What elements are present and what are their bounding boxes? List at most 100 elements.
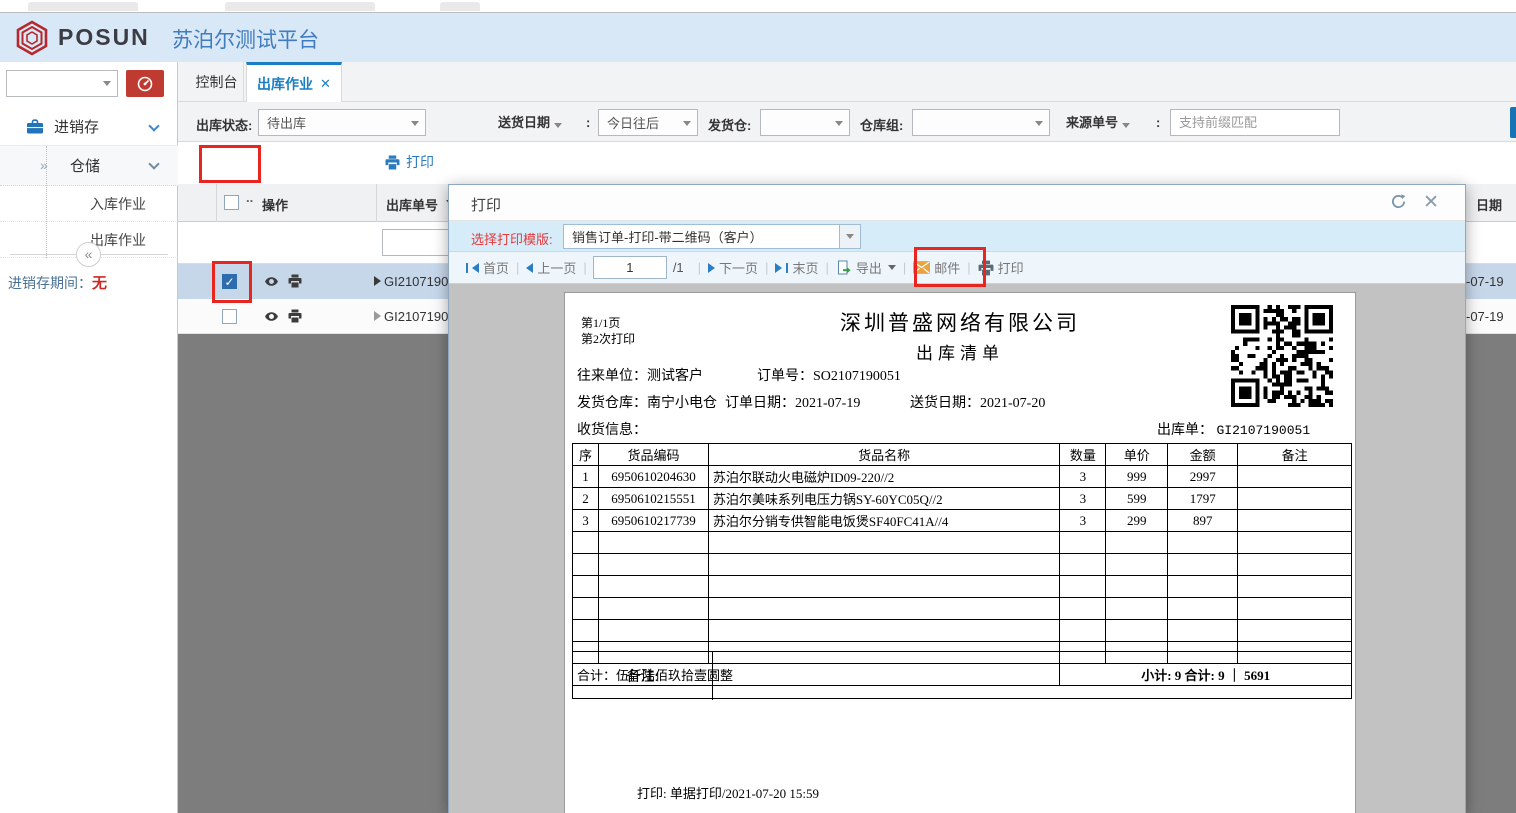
print-button[interactable]: 打印 xyxy=(385,152,434,172)
cell-name: 苏泊尔美味系列电压力锅SY-60YC05Q//2 xyxy=(708,488,1059,510)
row-checkbox[interactable] xyxy=(222,309,237,324)
template-label: 选择打印模版: xyxy=(471,229,553,248)
close-tab-icon[interactable]: ✕ xyxy=(320,76,331,92)
print-preview-area: 第1/1页 第2次打印 深圳普盛网络有限公司 出库清单 往来单位：测试客户 订单… xyxy=(449,284,1465,813)
last-page-button[interactable]: 末页 xyxy=(768,258,825,277)
status-select[interactable]: 待出库 xyxy=(258,109,426,136)
item-row: 3 6950610217739 苏泊尔分销专供智能电饭煲SF40FC41A//4… xyxy=(573,510,1352,532)
first-page-button[interactable]: 首页 xyxy=(459,258,516,277)
filter-group-label: 仓库组: xyxy=(860,115,903,134)
divider: | xyxy=(583,260,586,275)
tab-console[interactable]: 控制台 xyxy=(190,62,244,102)
row-print-icon[interactable] xyxy=(288,274,302,288)
order-label: 订单号： xyxy=(757,369,813,384)
print-footer: 打印: 单据打印/2021-07-20 15:59 xyxy=(637,783,819,802)
sidebar-item-warehouse[interactable]: » 仓储 xyxy=(0,146,178,186)
row-print-icon[interactable] xyxy=(288,309,302,323)
cell-qty: 3 xyxy=(1060,466,1106,488)
warehouse-select[interactable] xyxy=(760,109,850,136)
sidebar-item-label: 仓储 xyxy=(70,155,100,176)
select-all-checkbox[interactable] xyxy=(224,195,239,210)
prev-page-button[interactable]: 上一页 xyxy=(519,258,583,277)
sidebar-item-erp[interactable]: 进销存 xyxy=(0,108,178,146)
dashboard-button[interactable] xyxy=(126,70,164,97)
grid-toolbar: 打印 xyxy=(178,142,1516,184)
cell-amount: 1797 xyxy=(1168,488,1238,510)
export-button[interactable]: 导出 xyxy=(829,258,903,277)
partner-value: 测试客户 xyxy=(647,369,703,384)
close-icon[interactable]: ✕ xyxy=(1423,191,1439,214)
template-select[interactable]: 销售订单-打印-带二维码（客户） xyxy=(563,224,861,249)
first-page-icon xyxy=(472,263,479,273)
date-field-select[interactable]: 送货日期 xyxy=(498,112,568,131)
row-expander-icon[interactable] xyxy=(374,276,381,286)
source-no-input[interactable] xyxy=(1170,109,1340,136)
empty-row xyxy=(573,532,1352,554)
next-page-label: 下一页 xyxy=(719,258,758,277)
colon: : xyxy=(586,115,590,130)
column-menu-dots[interactable]: .. xyxy=(246,190,253,205)
gauge-icon xyxy=(136,75,154,93)
template-value: 销售订单-打印-带二维码（客户） xyxy=(572,227,763,246)
delivery-date-label: 送货日期： xyxy=(910,396,980,411)
page-number-input[interactable] xyxy=(593,256,667,279)
next-page-button[interactable]: 下一页 xyxy=(701,258,765,277)
item-row: 1 6950610204630 苏泊尔联动火电磁炉ID09-220//2 3 9… xyxy=(573,466,1352,488)
row-expander-icon[interactable] xyxy=(374,311,381,321)
cell-seq: 2 xyxy=(573,488,599,510)
warehouse-group-select[interactable] xyxy=(912,109,1050,136)
column-header-docno[interactable]: 出库单号 xyxy=(386,195,438,214)
briefcase-icon xyxy=(26,119,44,135)
annotation-box-dialog-print xyxy=(914,247,986,287)
date-field-value: 送货日期 xyxy=(498,115,550,130)
page-title: 苏泊尔测试平台 xyxy=(172,24,319,54)
cell-remark xyxy=(1238,488,1352,510)
warehouse-line: 发货仓库：南宁小电仓 xyxy=(577,392,717,412)
prev-page-icon xyxy=(526,263,533,273)
tab-outbound[interactable]: 出库作业 ✕ xyxy=(246,62,342,102)
empty-row xyxy=(573,620,1352,642)
view-eye-icon[interactable] xyxy=(264,274,279,289)
chevron-down-icon xyxy=(148,158,159,169)
refresh-icon[interactable] xyxy=(1390,193,1407,210)
column-header-op[interactable]: 操作 xyxy=(262,195,288,214)
sidebar-item-label: 入库作业 xyxy=(90,194,146,214)
posun-logo-icon xyxy=(14,20,50,56)
chevron-down-icon xyxy=(1035,121,1043,126)
cell-price: 299 xyxy=(1106,510,1168,532)
date-range-select[interactable]: 今日往后 xyxy=(598,109,698,136)
order-no-value: SO2107190051 xyxy=(813,369,901,384)
remark-box: 备注: xyxy=(572,651,1352,699)
date-cell: -07-19 xyxy=(1466,274,1504,289)
document-page: 第1/1页 第2次打印 深圳普盛网络有限公司 出库清单 往来单位：测试客户 订单… xyxy=(564,292,1356,813)
dialog-titlebar: 打印 ✕ xyxy=(449,185,1465,221)
first-page-icon xyxy=(466,263,468,273)
receiver-label: 收货信息： xyxy=(577,419,647,439)
column-divider xyxy=(216,184,217,222)
first-page-label: 首页 xyxy=(483,258,509,277)
browser-tab-hint xyxy=(440,2,480,11)
cell-name: 苏泊尔联动火电磁炉ID09-220//2 xyxy=(708,466,1059,488)
export-icon xyxy=(836,260,852,276)
cell-remark xyxy=(1238,510,1352,532)
sidebar: 进销存 » 仓储 入库作业 出库作业 « 进销存期间：无 xyxy=(0,62,178,813)
view-eye-icon[interactable] xyxy=(264,309,279,324)
search-button[interactable]: 查询 xyxy=(1510,107,1516,138)
filter-bar: 出库状态: 待出库 送货日期 : 今日往后 发货仓: 仓库组: 来源单号 : xyxy=(178,102,1516,142)
tab-label: 控制台 xyxy=(196,72,238,92)
annotation-box-row-checkbox xyxy=(212,261,252,303)
sidebar-collapse-button[interactable]: « xyxy=(76,242,101,267)
column-header-date[interactable]: 日期 xyxy=(1476,195,1502,214)
cell-price: 999 xyxy=(1106,466,1168,488)
col-code: 货品编码 xyxy=(598,444,708,466)
source-field-select[interactable]: 来源单号 xyxy=(1066,112,1136,131)
sidebar-search-select[interactable] xyxy=(6,70,118,97)
export-label: 导出 xyxy=(856,258,882,277)
app-header: POSUN 苏泊尔测试平台 xyxy=(0,13,1516,62)
empty-row xyxy=(573,554,1352,576)
sidebar-item-inbound[interactable]: 入库作业 xyxy=(0,186,178,222)
period-value: 无 xyxy=(92,275,107,292)
cell-seq: 1 xyxy=(573,466,599,488)
status-value: 待出库 xyxy=(267,113,306,132)
item-row: 2 6950610215551 苏泊尔美味系列电压力锅SY-60YC05Q//2… xyxy=(573,488,1352,510)
